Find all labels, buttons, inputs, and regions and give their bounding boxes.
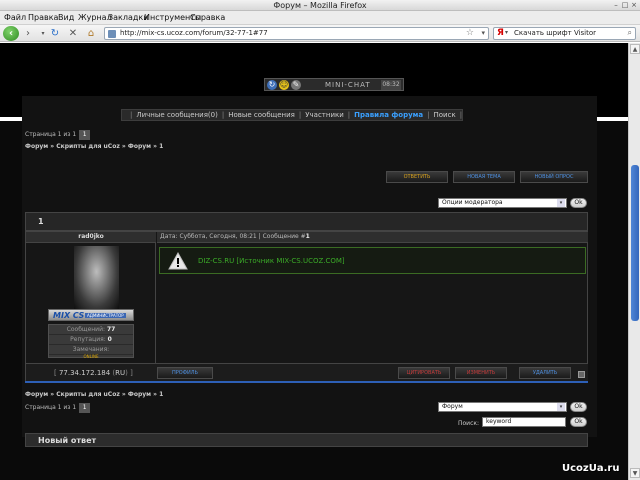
author-column: rad0jko MIX CS АДМИНИСТРАТОР Сообщений: … <box>26 232 156 381</box>
post-date: Дата: Суббота, Сегодня, 08:21 <box>160 233 257 240</box>
search-label: Поиск: <box>458 420 480 427</box>
post-divider <box>25 381 588 383</box>
new-poll-button[interactable]: НОВЫЙ ОПРОС <box>520 171 588 183</box>
forum-jump-select[interactable]: Форум ▾ <box>438 402 567 412</box>
close-icon[interactable]: × <box>630 1 638 9</box>
yandex-icon[interactable]: Я <box>497 28 504 38</box>
quote-button[interactable]: ЦИТИРОВАТЬ <box>398 367 450 379</box>
vertical-scrollbar[interactable]: ▲ ▼ <box>628 43 640 480</box>
search-icon[interactable]: ⌕ <box>628 28 632 38</box>
minichat-bar[interactable]: ↻ ☺ ✎ MINI-CHAT 08:32 <box>264 78 404 91</box>
select-post-checkbox[interactable] <box>578 371 585 378</box>
url-dropdown-icon[interactable]: ▾ <box>481 29 485 37</box>
breadcrumb[interactable]: Форум » Скрипты для uCoz » Форум » 1 <box>25 143 163 150</box>
stat-reputation: Репутация: 0 <box>49 335 133 345</box>
back-icon[interactable]: ‹ <box>3 26 19 41</box>
menu-bookmarks[interactable]: Закладки <box>108 13 148 22</box>
forward-icon[interactable]: › <box>21 27 35 40</box>
search-text: Скачать шрифт Visitor <box>514 29 597 37</box>
stat-messages: Сообщений: 77 <box>49 325 133 335</box>
menu-help[interactable]: Справка <box>190 13 225 22</box>
minimize-icon[interactable]: – <box>612 1 620 9</box>
author-ip: [ 77.34.172.184 (RU) ] <box>54 369 133 377</box>
maximize-icon[interactable]: □ <box>621 1 629 9</box>
reload-icon[interactable]: ↻ <box>48 27 62 40</box>
nav-members[interactable]: Участники <box>305 111 344 119</box>
post-footer: [ 77.34.172.184 (RU) ] ПРОФИЛЬ ЦИТИРОВАТ… <box>26 363 588 381</box>
delete-button[interactable]: УДАЛИТЬ <box>519 367 571 379</box>
forum-post: rad0jko MIX CS АДМИНИСТРАТОР Сообщений: … <box>25 231 588 381</box>
search-bar[interactable]: Я ▾ Скачать шрифт Visitor ⌕ <box>493 27 636 40</box>
moderator-options-select[interactable]: Опции модератора ▾ <box>438 198 567 208</box>
post-message-number[interactable]: 1 <box>306 233 310 240</box>
menu-history[interactable]: Журнал <box>78 13 112 22</box>
bookmark-star-icon[interactable]: ☆ <box>466 28 474 38</box>
status-badge: ONLINE <box>83 354 99 359</box>
scrollbar-thumb[interactable] <box>631 165 639 321</box>
new-reply-header: Новый ответ <box>25 433 588 447</box>
post-meta: Дата: Суббота, Сегодня, 08:21 | Сообщени… <box>157 232 588 243</box>
edit-button[interactable]: ИЗМЕНИТЬ <box>455 367 507 379</box>
page-number-bottom-button[interactable]: 1 <box>79 403 91 413</box>
new-reply-title: Новый ответ <box>38 436 97 445</box>
post-text: DIZ-CS.RU [Источник MIX-CS.UCOZ.COM] <box>198 257 345 265</box>
forum-jump-ok-button[interactable]: Ok <box>570 402 587 412</box>
moderator-ok-button[interactable]: Ok <box>570 198 587 208</box>
pager-label: Страница 1 из 1 <box>25 131 77 138</box>
window-title: Форум – Mozilla Firefox <box>273 1 367 10</box>
avatar <box>74 246 119 310</box>
warning-icon <box>168 252 188 270</box>
menu-bar: Файл Правка Вид Журнал Закладки Инструме… <box>0 11 640 25</box>
refresh-icon[interactable]: ↻ <box>267 80 277 90</box>
smiley-icon[interactable]: ☺ <box>279 80 289 90</box>
engine-dropdown-icon[interactable]: ▾ <box>505 29 508 36</box>
forum-nav-menu: | Личные сообщения(0) | Новые сообщения | Уча… <box>121 109 463 121</box>
rank-logo: MIX CS <box>53 311 85 320</box>
breadcrumb-bottom[interactable]: Форум » Скрипты для uCoz » Форум » 1 <box>25 391 163 398</box>
menu-file[interactable]: Файл <box>4 13 26 22</box>
url-text: http://mix-cs.ucoz.com/forum/32-77-1#77 <box>120 29 268 37</box>
home-icon[interactable]: ⌂ <box>84 27 98 40</box>
menu-edit[interactable]: Правка <box>28 13 58 22</box>
site-favicon-icon <box>108 30 116 38</box>
watermark: UcozUa.ru <box>562 463 620 474</box>
nav-private-messages[interactable]: Личные сообщения(0) <box>136 111 217 119</box>
topic-header: 1 <box>25 212 588 231</box>
post-message-label: Сообщение # <box>262 233 306 240</box>
nav-new-messages[interactable]: Новые сообщения <box>228 111 295 119</box>
author-name[interactable]: rad0jko <box>26 232 156 243</box>
profile-button[interactable]: ПРОФИЛЬ <box>157 367 213 379</box>
post-message-box: DIZ-CS.RU [Источник MIX-CS.UCOZ.COM] <box>159 247 586 274</box>
forum-search-ok-button[interactable]: Ok <box>570 417 587 427</box>
new-topic-button[interactable]: НОВАЯ ТЕМА <box>453 171 515 183</box>
window-titlebar: Форум – Mozilla Firefox – □ × <box>0 0 640 11</box>
topic-title: 1 <box>38 217 44 226</box>
pager-bottom: Страница 1 из 11 <box>25 403 91 413</box>
scroll-up-icon[interactable]: ▲ <box>630 44 640 54</box>
nav-forum-rules[interactable]: Правила форума <box>354 111 423 119</box>
nav-search[interactable]: Поиск <box>434 111 456 119</box>
minichat-time: 08:32 <box>381 80 401 90</box>
navigation-toolbar: ‹ › ▾ ↻ ✕ ⌂ http://mix-cs.ucoz.com/forum… <box>0 25 640 42</box>
forum-search-input[interactable]: keyword <box>482 417 566 427</box>
stop-icon[interactable]: ✕ <box>66 27 80 40</box>
pager-bottom-label: Страница 1 из 1 <box>25 404 77 411</box>
page-number-button[interactable]: 1 <box>79 130 91 140</box>
rank-badge: MIX CS АДМИНИСТРАТОР <box>48 309 134 321</box>
url-bar[interactable]: http://mix-cs.ucoz.com/forum/32-77-1#77 … <box>104 27 489 40</box>
author-stats: Сообщений: 77 Репутация: 0 Замечания: ON… <box>48 324 134 359</box>
reply-button[interactable]: ОТВЕТИТЬ <box>386 171 448 183</box>
chevron-down-icon: ▾ <box>557 403 565 411</box>
forum-jump-value: Форум <box>442 403 463 410</box>
tools-icon[interactable]: ✎ <box>291 80 301 90</box>
scroll-down-icon[interactable]: ▼ <box>630 468 640 478</box>
rank-label: АДМИНИСТРАТОР <box>85 313 126 318</box>
pager-top: Страница 1 из 11 <box>25 130 91 140</box>
moderator-options-value: Опции модератора <box>442 199 503 206</box>
minichat-label: MINI-CHAT <box>325 81 371 89</box>
chevron-down-icon: ▾ <box>557 199 565 207</box>
menu-view[interactable]: Вид <box>58 13 74 22</box>
